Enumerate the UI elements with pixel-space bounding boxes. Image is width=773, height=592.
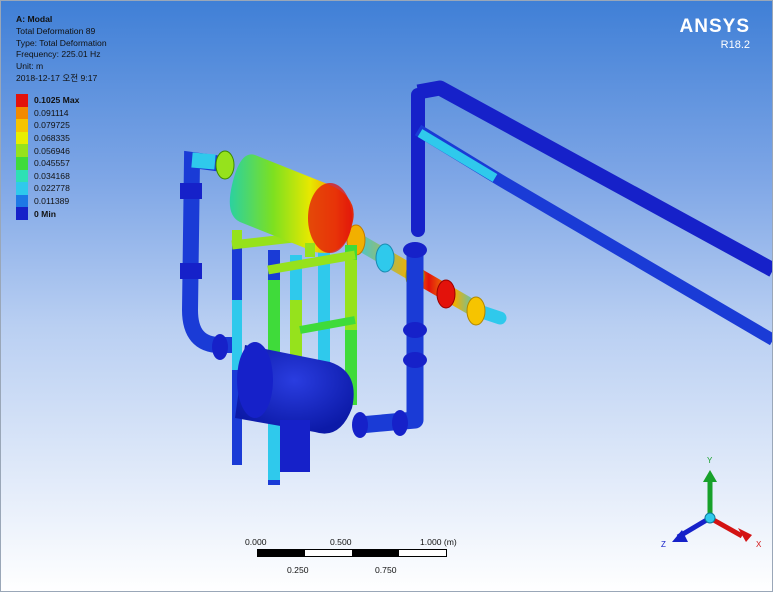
legend-swatch bbox=[16, 94, 28, 107]
color-legend[interactable]: 0.1025 Max 0.091114 0.079725 0.068335 0.… bbox=[16, 94, 79, 220]
legend-row: 0.045557 bbox=[16, 156, 79, 170]
legend-label: 0 Min bbox=[34, 208, 56, 219]
triad-x-label: X bbox=[756, 540, 762, 549]
legend-row: 0.022778 bbox=[16, 182, 79, 195]
legend-swatch bbox=[16, 194, 28, 208]
legend-swatch bbox=[16, 207, 28, 220]
legend-label: 0.091114 bbox=[34, 107, 69, 118]
brand-name: ANSYS bbox=[679, 16, 750, 37]
legend-row: 0.079725 bbox=[16, 119, 79, 132]
legend-swatch bbox=[16, 182, 28, 195]
info-line-unit: Unit: m bbox=[16, 61, 44, 72]
legend-swatch bbox=[16, 169, 28, 183]
vertical-drop-pipe bbox=[352, 242, 427, 438]
scale-label-1000: 1.000 (m) bbox=[420, 537, 457, 547]
legend-label: 0.011389 bbox=[34, 196, 70, 207]
legend-row: 0.056946 bbox=[16, 144, 79, 157]
analysis-info-panel: A: Modal Total Deformation 89 Type: Tota… bbox=[16, 14, 107, 85]
legend-swatch bbox=[16, 144, 28, 157]
legend-row: 0.1025 Max bbox=[16, 94, 79, 107]
scale-label-0: 0.000 bbox=[245, 537, 267, 547]
legend-label: 0.1025 Max bbox=[34, 95, 80, 106]
legend-row: 0.091114 bbox=[16, 106, 79, 120]
legend-row: 0.034168 bbox=[16, 169, 79, 183]
model-viewport[interactable]: Y X Z bbox=[0, 0, 773, 592]
legend-swatch bbox=[16, 131, 28, 145]
coordinate-triad[interactable]: Y X Z bbox=[661, 456, 762, 549]
legend-label: 0.022778 bbox=[34, 183, 70, 194]
legend-label: 0.056946 bbox=[34, 145, 70, 156]
scale-label-0500: 0.500 bbox=[330, 537, 352, 547]
info-line-frequency: Frequency: 225.01 Hz bbox=[16, 49, 101, 60]
legend-label: 0.079725 bbox=[34, 120, 70, 131]
legend-swatch bbox=[16, 156, 28, 170]
scale-label-0750: 0.750 bbox=[375, 565, 397, 575]
bottom-vessel bbox=[235, 342, 354, 472]
legend-label: 0.068335 bbox=[34, 133, 70, 144]
analysis-title: A: Modal bbox=[16, 14, 53, 24]
ansys-logo: ANSYS R18.2 bbox=[680, 16, 750, 51]
triad-z-label: Z bbox=[661, 540, 666, 549]
legend-row: 0.011389 bbox=[16, 194, 79, 208]
legend-swatch bbox=[16, 106, 28, 120]
info-line-timestamp: 2018-12-17 오전 9:17 bbox=[16, 72, 98, 83]
legend-swatch bbox=[16, 119, 28, 132]
scale-bar-graphic bbox=[257, 549, 447, 557]
scale-label-0250: 0.250 bbox=[287, 565, 309, 575]
info-line-result: Total Deformation 89 bbox=[16, 25, 96, 36]
triad-y-label: Y bbox=[707, 456, 713, 465]
legend-row: 0 Min bbox=[16, 207, 79, 220]
legend-label: 0.045557 bbox=[34, 158, 70, 169]
scale-bar: 0.000 0.500 1.000 (m) 0.250 0.750 bbox=[245, 537, 457, 577]
legend-row: 0.068335 bbox=[16, 131, 79, 145]
left-pipe-loop bbox=[180, 150, 240, 360]
legend-label: 0.034168 bbox=[34, 170, 70, 181]
brand-version: R18.2 bbox=[720, 39, 750, 51]
info-line-type: Type: Total Deformation bbox=[16, 37, 107, 48]
